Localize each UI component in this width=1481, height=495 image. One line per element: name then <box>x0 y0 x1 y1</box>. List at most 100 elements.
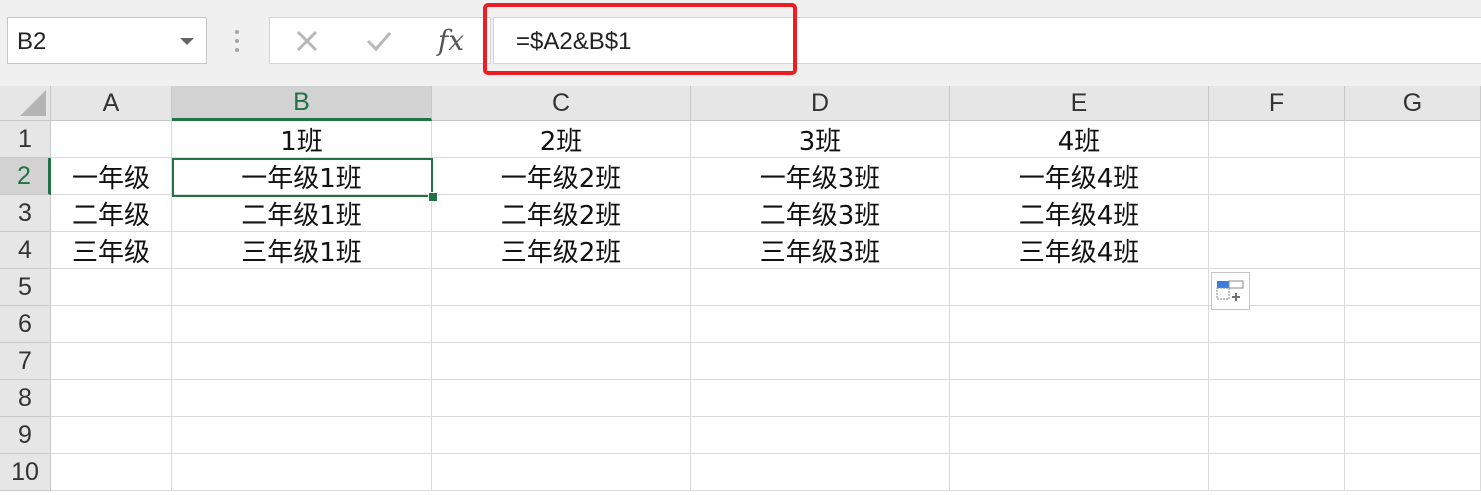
cell-b5[interactable] <box>172 269 432 306</box>
cell-c7[interactable] <box>432 343 691 380</box>
cell-g4[interactable] <box>1345 232 1481 269</box>
row-header-6[interactable]: 6 <box>0 306 51 343</box>
insert-function-icon[interactable]: fx <box>426 18 476 63</box>
cell-c3[interactable]: 二年级2班 <box>432 195 691 232</box>
name-box-value: B2 <box>17 28 47 55</box>
cell-d1[interactable]: 3班 <box>691 121 950 158</box>
cell-c5[interactable] <box>432 269 691 306</box>
cell-g1[interactable] <box>1345 121 1481 158</box>
cell-e8[interactable] <box>950 380 1209 417</box>
cell-a5[interactable] <box>51 269 172 306</box>
highlight-annotation <box>483 3 797 75</box>
cell-b8[interactable] <box>172 380 432 417</box>
cell-f1[interactable] <box>1209 121 1345 158</box>
column-header-g[interactable]: G <box>1345 86 1481 121</box>
cell-a8[interactable] <box>51 380 172 417</box>
cell-a9[interactable] <box>51 417 172 454</box>
cell-f8[interactable] <box>1209 380 1345 417</box>
cell-g9[interactable] <box>1345 417 1481 454</box>
cell-d5[interactable] <box>691 269 950 306</box>
column-header-b[interactable]: B <box>172 86 432 121</box>
cell-e1[interactable]: 4班 <box>950 121 1209 158</box>
name-box[interactable]: B2 <box>7 17 207 64</box>
cell-b10[interactable] <box>172 454 432 491</box>
cell-d2[interactable]: 一年级3班 <box>691 158 950 195</box>
cell-c2[interactable]: 一年级2班 <box>432 158 691 195</box>
row-header-4[interactable]: 4 <box>0 232 51 269</box>
cell-f7[interactable] <box>1209 343 1345 380</box>
check-icon[interactable] <box>354 18 404 63</box>
cell-f9[interactable] <box>1209 417 1345 454</box>
cell-g8[interactable] <box>1345 380 1481 417</box>
cell-e7[interactable] <box>950 343 1209 380</box>
fill-handle[interactable] <box>428 192 438 202</box>
cell-c8[interactable] <box>432 380 691 417</box>
cell-f4[interactable] <box>1209 232 1345 269</box>
cell-a3[interactable]: 二年级 <box>51 195 172 232</box>
cell-e9[interactable] <box>950 417 1209 454</box>
row-header-2[interactable]: 2 <box>0 158 51 195</box>
cell-f10[interactable] <box>1209 454 1345 491</box>
row-header-7[interactable]: 7 <box>0 343 51 380</box>
cell-a7[interactable] <box>51 343 172 380</box>
cell-b7[interactable] <box>172 343 432 380</box>
cell-d4[interactable]: 三年级3班 <box>691 232 950 269</box>
column-header-e[interactable]: E <box>950 86 1209 121</box>
row-header-5[interactable]: 5 <box>0 269 51 306</box>
cell-b3[interactable]: 二年级1班 <box>172 195 432 232</box>
cell-a10[interactable] <box>51 454 172 491</box>
cell-e6[interactable] <box>950 306 1209 343</box>
cell-d3[interactable]: 二年级3班 <box>691 195 950 232</box>
cell-g10[interactable] <box>1345 454 1481 491</box>
cell-a4[interactable]: 三年级 <box>51 232 172 269</box>
cell-g5[interactable] <box>1345 269 1481 306</box>
row-header-3[interactable]: 3 <box>0 195 51 232</box>
cell-e10[interactable] <box>950 454 1209 491</box>
cell-c1[interactable]: 2班 <box>432 121 691 158</box>
cell-c9[interactable] <box>432 417 691 454</box>
cell-g7[interactable] <box>1345 343 1481 380</box>
cell-f6[interactable] <box>1209 306 1345 343</box>
cell-c4[interactable]: 三年级2班 <box>432 232 691 269</box>
cell-d9[interactable] <box>691 417 950 454</box>
formula-buttons: fx <box>269 17 491 64</box>
cell-c6[interactable] <box>432 306 691 343</box>
row-header-10[interactable]: 10 <box>0 454 51 491</box>
cell-b2[interactable]: 一年级1班 <box>172 158 432 195</box>
cell-d6[interactable] <box>691 306 950 343</box>
cell-d8[interactable] <box>691 380 950 417</box>
cell-a1[interactable] <box>51 121 172 158</box>
cell-g3[interactable] <box>1345 195 1481 232</box>
row-header-9[interactable]: 9 <box>0 417 51 454</box>
cell-e4[interactable]: 三年级4班 <box>950 232 1209 269</box>
close-icon[interactable] <box>282 18 332 63</box>
column-header-d[interactable]: D <box>691 86 950 121</box>
column-header-f[interactable]: F <box>1209 86 1345 121</box>
cell-d7[interactable] <box>691 343 950 380</box>
row-header-8[interactable]: 8 <box>0 380 51 417</box>
paste-options-button[interactable] <box>1211 272 1250 310</box>
cell-b1[interactable]: 1班 <box>172 121 432 158</box>
cell-d10[interactable] <box>691 454 950 491</box>
column-header-a[interactable]: A <box>51 86 172 121</box>
cell-b6[interactable] <box>172 306 432 343</box>
cell-e5[interactable] <box>950 269 1209 306</box>
cell-g6[interactable] <box>1345 306 1481 343</box>
spreadsheet-grid: ABCDEFG 1 2 3 4 5 6 7 8 9 10 1班 2班 3班 4班一年级 一年级1班 一年级2… <box>0 86 1481 495</box>
formula-bar: B2 fx =$A2&B$1 <box>0 0 1481 86</box>
cell-a6[interactable] <box>51 306 172 343</box>
cell-a2[interactable]: 一年级 <box>51 158 172 195</box>
row-header-1[interactable]: 1 <box>0 121 51 158</box>
chevron-down-icon[interactable] <box>180 38 194 45</box>
column-header-c[interactable]: C <box>432 86 691 121</box>
select-all-button[interactable] <box>0 86 51 121</box>
grip-handle-icon[interactable] <box>235 30 239 52</box>
cell-e2[interactable]: 一年级4班 <box>950 158 1209 195</box>
cell-e3[interactable]: 二年级4班 <box>950 195 1209 232</box>
cell-c10[interactable] <box>432 454 691 491</box>
cell-g2[interactable] <box>1345 158 1481 195</box>
cell-f3[interactable] <box>1209 195 1345 232</box>
cell-b4[interactable]: 三年级1班 <box>172 232 432 269</box>
cell-b9[interactable] <box>172 417 432 454</box>
cell-f2[interactable] <box>1209 158 1345 195</box>
